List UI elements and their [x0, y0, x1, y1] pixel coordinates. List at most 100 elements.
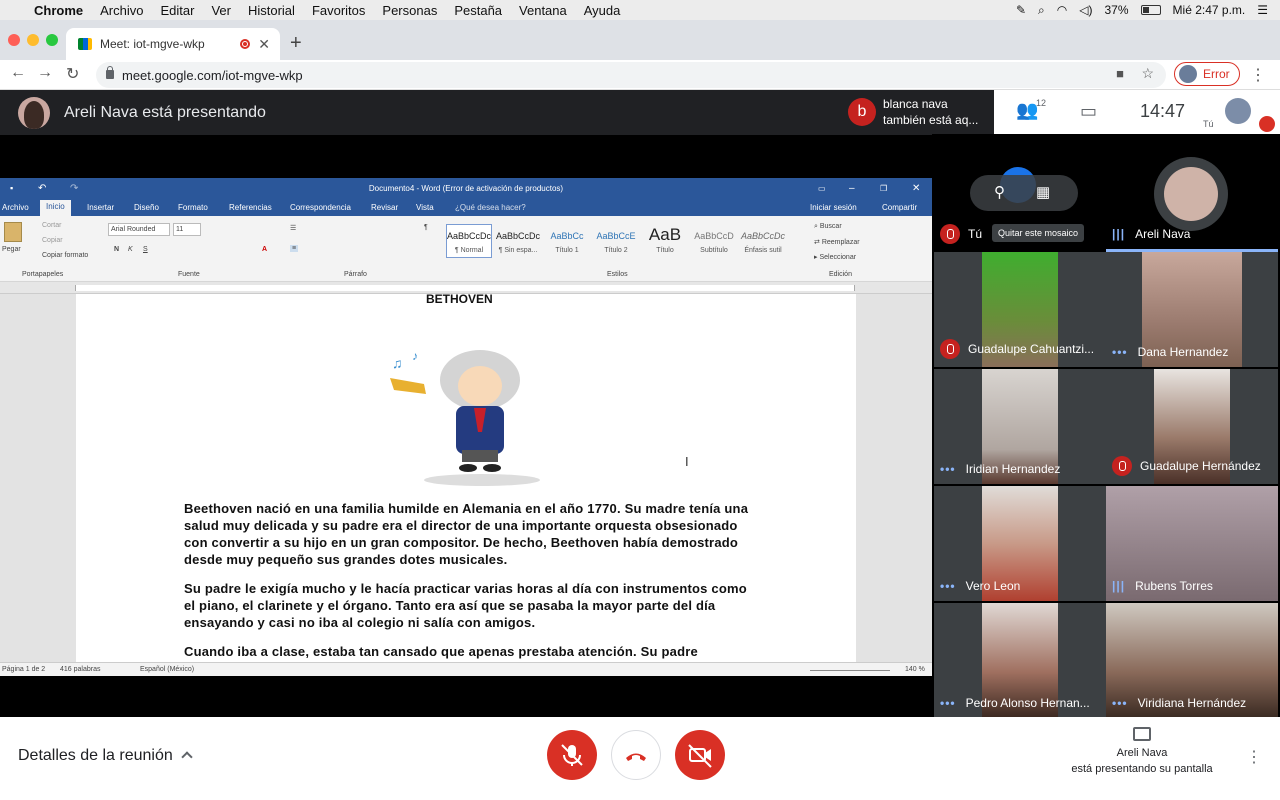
- menu-archivo[interactable]: Archivo: [100, 3, 143, 18]
- select-button[interactable]: ▸ Seleccionar: [814, 253, 856, 261]
- paste-label[interactable]: Pegar: [2, 246, 21, 253]
- minimize-window-button[interactable]: [27, 34, 39, 46]
- battery-icon[interactable]: [1140, 5, 1161, 15]
- tab-meet[interactable]: Meet: iot-mgve-wkp ✕: [66, 28, 280, 60]
- close-icon[interactable]: ✕: [912, 183, 920, 194]
- status-words[interactable]: 416 palabras: [60, 666, 100, 673]
- font-color-button[interactable]: A: [262, 246, 267, 253]
- pin-icon[interactable]: ⚲: [994, 183, 1005, 201]
- wifi-icon[interactable]: ◠: [1057, 3, 1067, 17]
- camera-icon[interactable]: ■: [1116, 66, 1124, 81]
- font-size-select[interactable]: 11: [173, 223, 201, 236]
- tab-insertar[interactable]: Insertar: [87, 203, 114, 212]
- chat-icon[interactable]: ▭: [1080, 101, 1097, 122]
- tell-me-search[interactable]: ¿Qué desea hacer?: [455, 203, 526, 212]
- italic-button[interactable]: K: [128, 246, 133, 253]
- chrome-menu-icon[interactable]: ⋮: [1250, 65, 1266, 85]
- style-no-spacing[interactable]: AaBbCcDc ¶ Sin espa...: [495, 224, 541, 258]
- close-tab-icon[interactable]: ✕: [258, 36, 270, 53]
- leave-call-button[interactable]: [611, 730, 661, 780]
- ribbon-options-icon[interactable]: ▭: [818, 184, 826, 193]
- search-icon[interactable]: ⌕: [1038, 3, 1045, 18]
- tile-participant[interactable]: Guadalupe Cahuantzi...: [934, 252, 1106, 367]
- style-heading-2[interactable]: AaBbCcE Título 2: [593, 224, 639, 258]
- undo-icon[interactable]: ↶: [38, 183, 46, 194]
- tab-formato[interactable]: Formato: [178, 203, 208, 212]
- menu-editar[interactable]: Editar: [160, 3, 194, 18]
- font-name-select[interactable]: Arial Rounded: [108, 223, 170, 236]
- menu-pestana[interactable]: Pestaña: [454, 3, 502, 18]
- tile-participant[interactable]: ••• Vero Leon: [934, 486, 1106, 601]
- back-icon[interactable]: ←: [10, 64, 26, 82]
- tab-diseno[interactable]: Diseño: [134, 203, 159, 212]
- volume-icon[interactable]: ◁): [1079, 3, 1092, 17]
- pilcrow-icon[interactable]: ¶: [424, 224, 428, 231]
- cut-button[interactable]: Cortar: [42, 222, 61, 229]
- status-page[interactable]: Página 1 de 2: [2, 666, 45, 673]
- save-icon[interactable]: ▪: [10, 183, 13, 193]
- signin-link[interactable]: Iniciar sesión: [810, 203, 857, 212]
- menu-favoritos[interactable]: Favoritos: [312, 3, 365, 18]
- camera-toggle-button[interactable]: [675, 730, 725, 780]
- zoom-window-button[interactable]: [46, 34, 58, 46]
- menu-clock[interactable]: Mié 2:47 p.m.: [1173, 3, 1246, 17]
- forward-icon[interactable]: →: [37, 64, 53, 82]
- mic-toggle-button[interactable]: [547, 730, 597, 780]
- tab-correspondencia[interactable]: Correspondencia: [290, 203, 351, 212]
- menu-app-name[interactable]: Chrome: [34, 3, 83, 18]
- self-avatar[interactable]: [1225, 98, 1251, 124]
- tile-participant[interactable]: ••• Pedro Alonso Hernan...: [934, 603, 1106, 718]
- status-language[interactable]: Español (México): [140, 666, 194, 673]
- style-normal[interactable]: AaBbCcDc ¶ Normal: [446, 224, 492, 258]
- menu-ayuda[interactable]: Ayuda: [584, 3, 621, 18]
- reload-icon[interactable]: ↻: [66, 64, 79, 84]
- style-heading-1[interactable]: AaBbCc Título 1: [544, 224, 590, 258]
- maximize-icon[interactable]: ❐: [880, 184, 887, 193]
- copy-button[interactable]: Copiar: [42, 237, 63, 244]
- replace-button[interactable]: ⇄ Reemplazar: [814, 238, 860, 246]
- close-window-button[interactable]: [8, 34, 20, 46]
- tile-participant[interactable]: ||| Rubens Torres: [1106, 486, 1278, 601]
- share-button[interactable]: Compartir: [882, 203, 917, 212]
- url-field[interactable]: meet.google.com/iot-mgve-wkp ■ ☆: [96, 62, 1166, 88]
- document-page[interactable]: BETHOVEN ♫ ♪ Beethoven nació en una fami…: [76, 294, 856, 662]
- bullets-icon[interactable]: ☰: [290, 224, 296, 232]
- tile-participant[interactable]: Guadalupe Hernández: [1106, 369, 1278, 484]
- style-subtle-emphasis[interactable]: AaBbCcDc Énfasis sutil: [740, 224, 786, 258]
- remove-tile-icon[interactable]: ▦: [1036, 183, 1050, 201]
- tile-participant[interactable]: ••• Iridian Hernandez: [934, 369, 1106, 484]
- tab-archivo[interactable]: Archivo: [2, 203, 29, 212]
- tools-icon[interactable]: ✎: [1016, 3, 1026, 17]
- align-left-icon[interactable]: ≡: [290, 245, 299, 252]
- menu-ventana[interactable]: Ventana: [519, 3, 567, 18]
- tile-self[interactable]: ⚲ ▦ Quitar este mosaico Tú: [934, 137, 1106, 252]
- profile-button[interactable]: Error: [1174, 62, 1240, 86]
- paste-icon[interactable]: [4, 222, 22, 242]
- zoom-slider[interactable]: [810, 670, 890, 671]
- more-options-icon[interactable]: ⋮: [1246, 747, 1262, 767]
- participants-button[interactable]: 👥 12: [1016, 98, 1056, 124]
- tile-presenter[interactable]: ||| Areli Nava: [1106, 137, 1278, 252]
- menu-personas[interactable]: Personas: [382, 3, 437, 18]
- new-tab-button[interactable]: +: [290, 32, 302, 55]
- tab-referencias[interactable]: Referencias: [229, 203, 272, 212]
- menu-historial[interactable]: Historial: [248, 3, 295, 18]
- find-button[interactable]: ⌕ Buscar: [814, 223, 842, 231]
- zoom-level[interactable]: 140 %: [905, 666, 925, 673]
- style-subtitle[interactable]: AaBbCcD Subtítulo: [691, 224, 737, 258]
- tab-revisar[interactable]: Revisar: [371, 203, 398, 212]
- presentation-status[interactable]: Areli Nava está presentando su pantalla: [1064, 727, 1220, 777]
- control-center-icon[interactable]: ☰: [1257, 3, 1268, 17]
- menu-ver[interactable]: Ver: [211, 3, 231, 18]
- tile-participant[interactable]: ••• Viridiana Hernández: [1106, 603, 1278, 718]
- bookmark-star-icon[interactable]: ☆: [1141, 65, 1154, 82]
- meeting-details-button[interactable]: Detalles de la reunión: [18, 747, 193, 765]
- tile-participant[interactable]: ••• Dana Hernandez: [1106, 252, 1278, 367]
- tab-inicio[interactable]: Inicio: [40, 200, 71, 216]
- redo-icon[interactable]: ↷: [70, 183, 78, 194]
- underline-button[interactable]: S: [143, 246, 148, 253]
- format-painter-button[interactable]: Copiar formato: [42, 252, 88, 259]
- style-title[interactable]: AaB Título: [642, 224, 688, 258]
- bold-button[interactable]: N: [114, 246, 119, 253]
- tab-vista[interactable]: Vista: [416, 203, 434, 212]
